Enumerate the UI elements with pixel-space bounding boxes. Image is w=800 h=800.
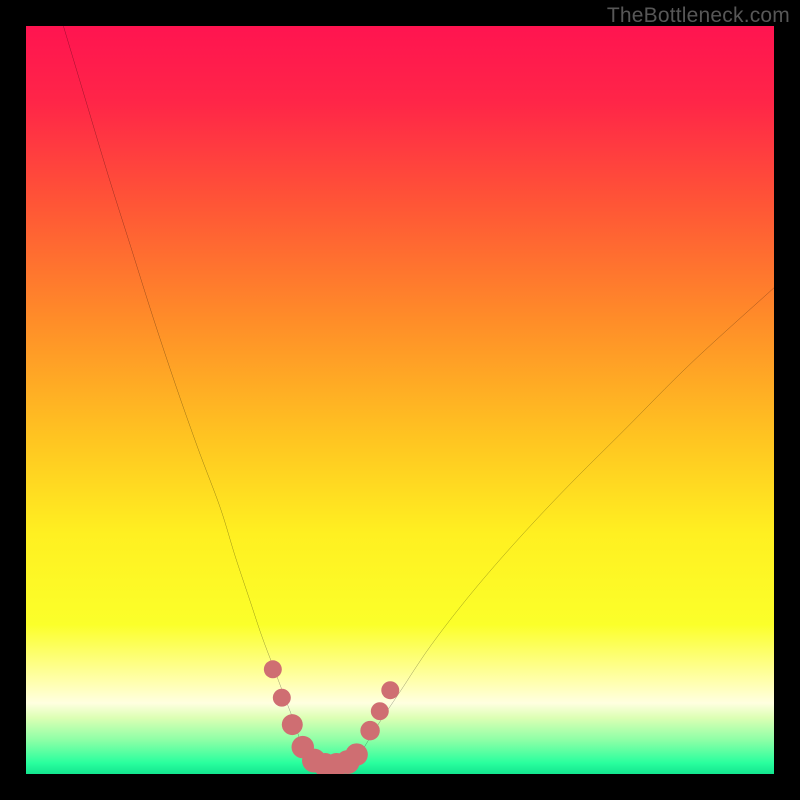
marker-dot [273,689,291,707]
marker-dot [282,714,303,735]
chart-svg [26,26,774,774]
outer-frame: TheBottleneck.com [0,0,800,800]
watermark-text: TheBottleneck.com [607,4,790,28]
marker-dot [371,702,389,720]
plot-area [26,26,774,774]
marker-dot [381,681,399,699]
valley-markers [264,660,399,774]
marker-dot [264,660,282,678]
left-curve [63,26,302,750]
right-curve [363,288,774,750]
marker-dot [360,721,379,740]
marker-dot [345,743,367,765]
